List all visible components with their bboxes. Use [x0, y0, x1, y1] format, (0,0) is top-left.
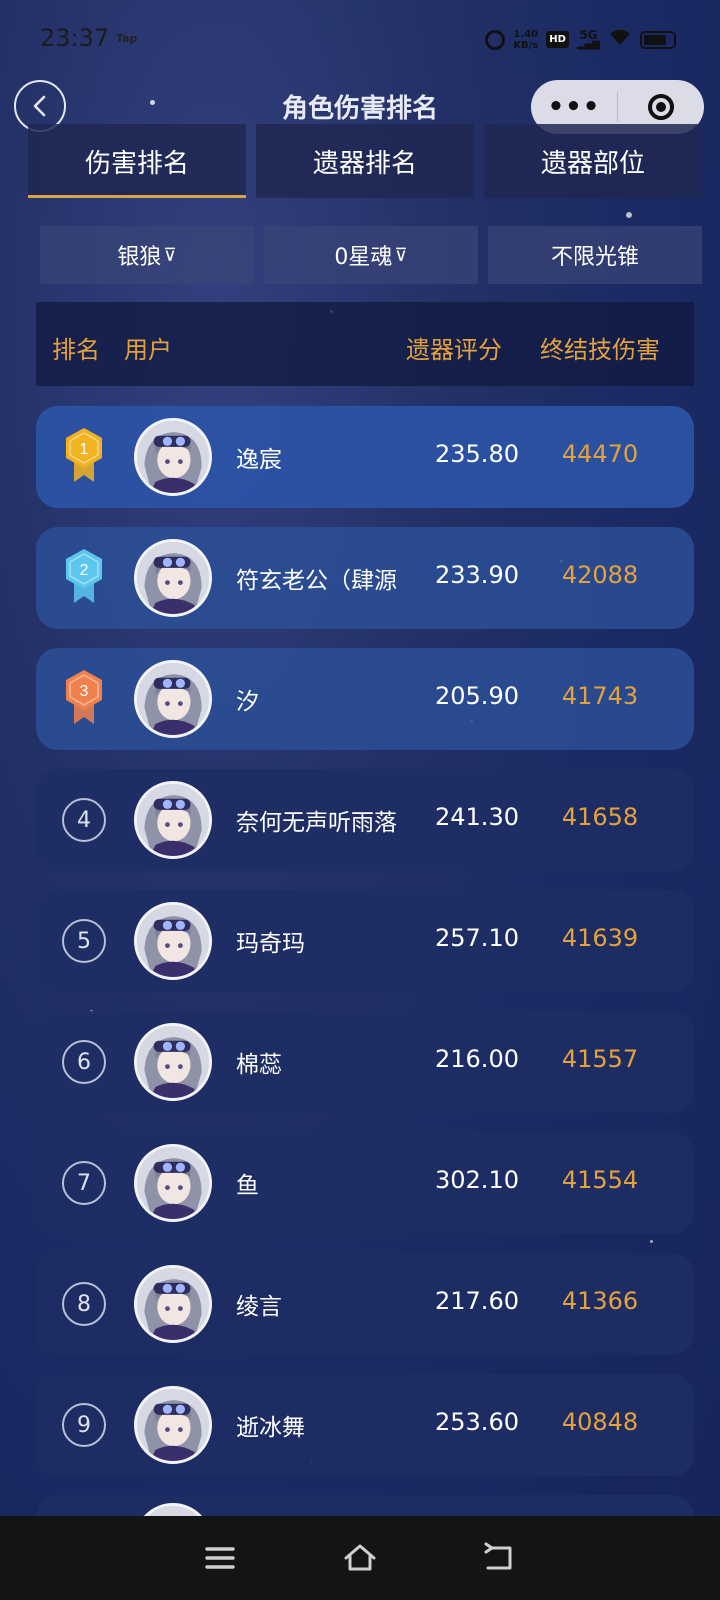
home-icon	[344, 1544, 376, 1571]
rank-number: 6	[62, 1040, 106, 1084]
wifi-icon	[608, 28, 632, 51]
avatar	[134, 660, 212, 738]
relic-score: 216.00	[435, 1045, 519, 1073]
status-time: 23:37	[40, 24, 110, 52]
header-relic-score: 遗器评分	[406, 336, 502, 364]
eidolon-filter-label: 0星魂	[334, 245, 393, 270]
ult-damage: 41743	[561, 682, 639, 710]
rank-number: 7	[62, 1161, 106, 1205]
tab-relic-ranking[interactable]: 遗器排名	[256, 124, 474, 198]
funnel-icon: ⊽	[163, 244, 177, 266]
tab-damage-ranking[interactable]: 伤害排名	[28, 124, 246, 198]
tab-relic-parts[interactable]: 遗器部位	[484, 124, 702, 198]
funnel-icon: ⊽	[394, 244, 408, 266]
system-nav-bar	[0, 1516, 720, 1600]
table-header: 排名 用户 遗器评分 终结技伤害	[36, 302, 694, 386]
network-type: 5G	[579, 27, 598, 42]
table-row[interactable]: 8 绫言 217.60 41366	[36, 1253, 694, 1355]
header-ult-damage: 终结技伤害	[540, 336, 660, 364]
table-row[interactable]: 1 逸宸 235.80 44470	[36, 406, 694, 508]
avatar	[134, 539, 212, 617]
back-nav-button[interactable]	[480, 1538, 520, 1578]
status-bar: 23:37 Tap 1.40 KB/s HD 5G ▂▄▆	[0, 0, 720, 80]
relic-score: 253.60	[435, 1408, 519, 1436]
lightcone-filter-label: 不限光锥	[550, 245, 639, 270]
rank-number: 3	[80, 683, 89, 700]
header-rank: 排名	[52, 336, 100, 364]
character-filter[interactable]: 银狼 ⊽	[40, 226, 254, 284]
filter-bar: 银狼 ⊽ 0星魂 ⊽ 不限光锥	[40, 226, 702, 284]
character-filter-label: 银狼	[117, 245, 162, 270]
tap-indicator: Tap	[116, 32, 138, 45]
username: 逸宸	[236, 447, 282, 473]
relic-score: 217.60	[435, 1287, 519, 1315]
avatar	[134, 1265, 212, 1343]
relic-score: 233.90	[435, 561, 519, 589]
return-icon	[484, 1542, 512, 1570]
table-row[interactable]: 9 逝冰舞 253.60 40848	[36, 1374, 694, 1476]
ult-damage: 41554	[561, 1166, 639, 1194]
relic-score: 205.90	[435, 682, 519, 710]
avatar	[134, 902, 212, 980]
ult-damage: 41366	[561, 1287, 639, 1315]
username: 汐	[236, 689, 259, 715]
close-miniprogram-button[interactable]	[618, 94, 704, 120]
home-button[interactable]	[340, 1538, 380, 1578]
username: 符玄老公（肆源	[236, 568, 397, 594]
ult-damage: 41639	[561, 924, 639, 952]
ult-damage: 41557	[561, 1045, 639, 1073]
avatar	[134, 1144, 212, 1222]
rank-number: 5	[62, 919, 106, 963]
alarm-icon	[485, 29, 506, 50]
status-icons: 1.40 KB/s HD 5G ▂▄▆	[485, 28, 676, 51]
ranking-list: 1 逸宸 235.80 44470 2 符玄老公（肆源 233.90 42088	[36, 406, 694, 1581]
menu-icon	[205, 1547, 235, 1569]
ult-damage: 44470	[561, 440, 639, 468]
rank-medal-icon: 2	[62, 547, 106, 605]
more-button[interactable]: •••	[531, 92, 617, 122]
rank-number: 4	[62, 798, 106, 842]
header-user: 用户	[124, 336, 172, 364]
battery-icon	[640, 30, 676, 49]
username: 奈何无声听雨落	[236, 810, 397, 836]
relic-score: 241.30	[435, 803, 519, 831]
speed-unit: KB/s	[513, 39, 539, 51]
eidolon-filter[interactable]: 0星魂 ⊽	[264, 226, 478, 284]
lightcone-filter[interactable]: 不限光锥	[488, 226, 702, 284]
username: 棉蕊	[236, 1052, 282, 1078]
rank-medal-icon: 1	[62, 426, 106, 484]
rank-number: 8	[62, 1282, 106, 1326]
rank-number: 2	[80, 562, 89, 579]
table-row[interactable]: 6 棉蕊 216.00 41557	[36, 1011, 694, 1113]
menu-button[interactable]	[200, 1538, 240, 1578]
relic-score: 257.10	[435, 924, 519, 952]
table-row[interactable]: 4 奈何无声听雨落 241.30 41658	[36, 769, 694, 871]
avatar	[134, 1023, 212, 1101]
target-icon	[648, 94, 674, 120]
rank-medal-icon: 3	[62, 668, 106, 726]
ult-damage: 40848	[561, 1408, 639, 1436]
ult-damage: 41658	[561, 803, 639, 831]
ult-damage: 42088	[561, 561, 639, 589]
network-speed: 1.40 KB/s	[513, 29, 538, 51]
tab-bar: 伤害排名 遗器排名 遗器部位	[28, 124, 702, 198]
username: 绫言	[236, 1294, 282, 1320]
table-row[interactable]: 7 鱼 302.10 41554	[36, 1132, 694, 1234]
table-row[interactable]: 3 汐 205.90 41743	[36, 648, 694, 750]
table-row[interactable]: 5 玛奇玛 257.10 41639	[36, 890, 694, 992]
relic-score: 235.80	[435, 440, 519, 468]
rank-number: 9	[62, 1403, 106, 1447]
speed-value: 1.40	[513, 28, 539, 40]
avatar	[134, 1386, 212, 1464]
username: 鱼	[236, 1173, 259, 1199]
username: 玛奇玛	[236, 931, 305, 957]
relic-score: 302.10	[435, 1166, 519, 1194]
avatar	[134, 418, 212, 496]
signal-icon: 5G ▂▄▆	[576, 27, 600, 50]
avatar	[134, 781, 212, 859]
table-row[interactable]: 2 符玄老公（肆源 233.90 42088	[36, 527, 694, 629]
username: 逝冰舞	[236, 1415, 305, 1441]
hd-icon: HD	[546, 31, 569, 48]
rank-number: 1	[80, 441, 89, 458]
